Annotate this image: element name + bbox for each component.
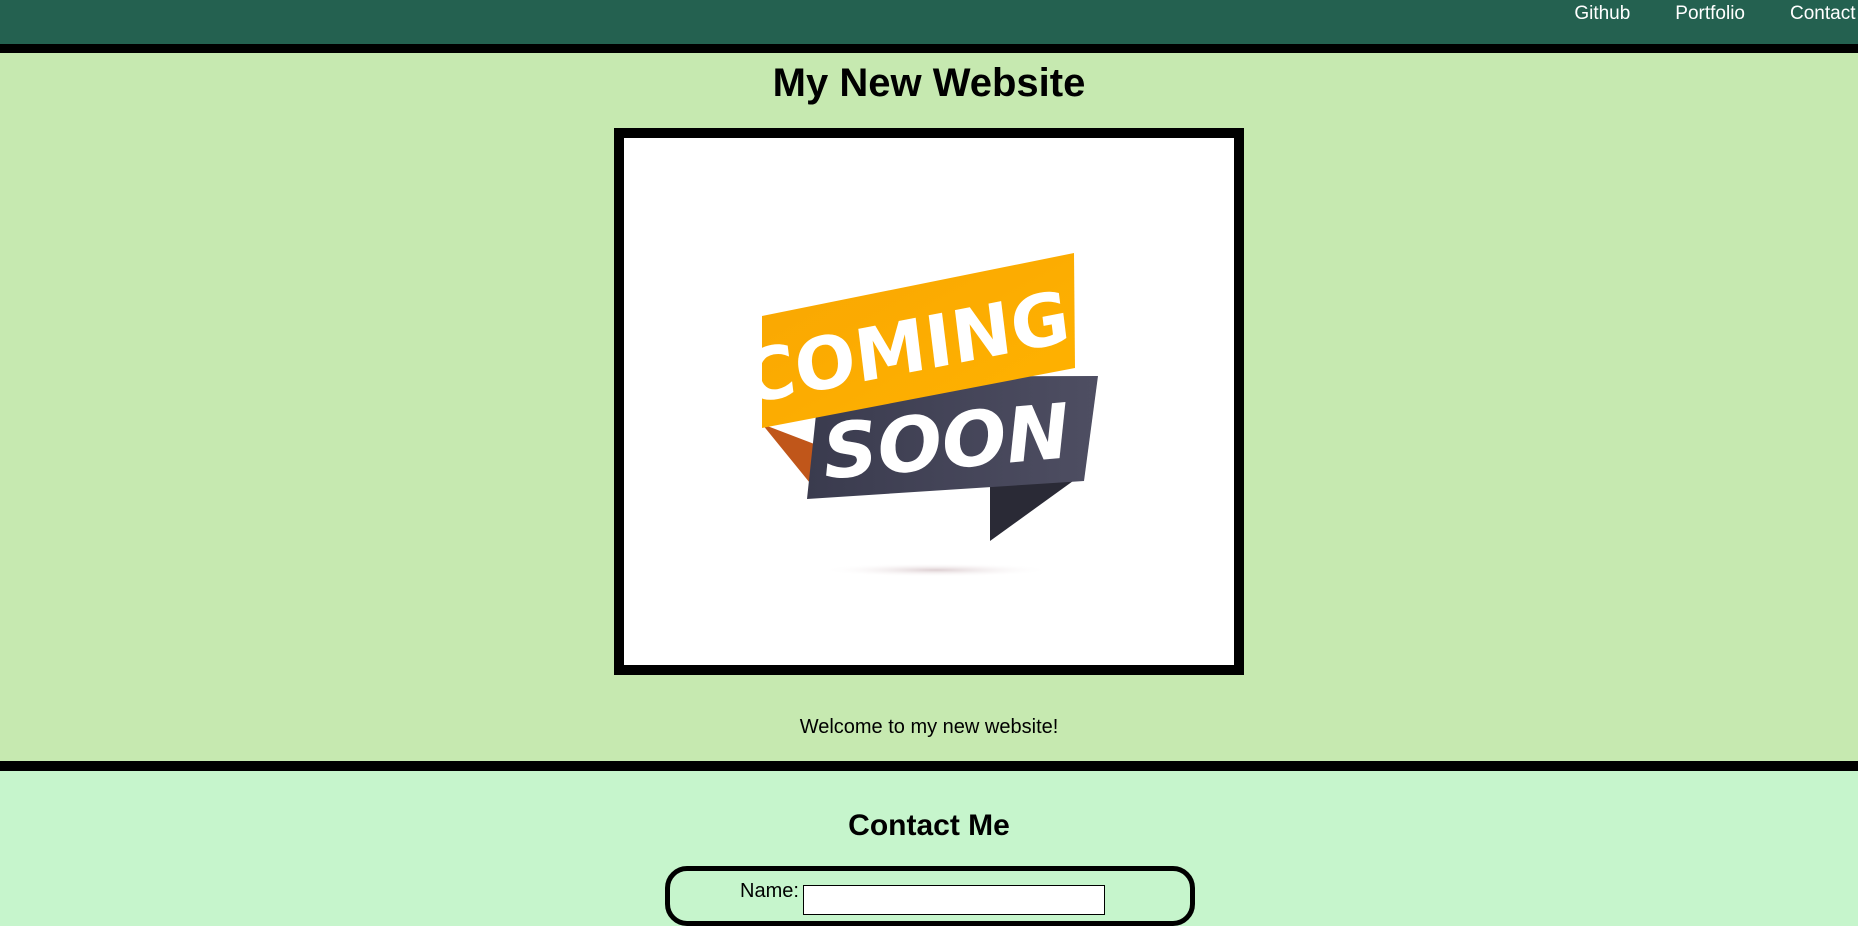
name-label: Name:: [740, 880, 799, 902]
banner-shadow: [821, 563, 1051, 577]
name-input[interactable]: [803, 885, 1105, 915]
nav-link-contact[interactable]: Contact: [1790, 0, 1858, 25]
nav-link-github[interactable]: Github: [1574, 0, 1630, 25]
section-divider: [0, 761, 1858, 771]
hero-section: My New Website COMING SOON Welcome to my…: [0, 53, 1858, 761]
coming-soon-image-frame: COMING SOON: [614, 128, 1244, 675]
top-nav: Github Portfolio Contact: [0, 0, 1858, 44]
contact-title: Contact Me: [848, 809, 1010, 842]
nav-divider: [0, 44, 1858, 53]
coming-soon-graphic: COMING SOON: [738, 253, 1098, 577]
coming-soon-image: COMING SOON: [624, 138, 1234, 665]
welcome-text: Welcome to my new website!: [799, 716, 1059, 738]
contact-section: Contact Me Name:: [0, 771, 1858, 926]
nav-link-portfolio[interactable]: Portfolio: [1675, 0, 1745, 25]
nav-links: Github Portfolio Contact: [1529, 0, 1858, 44]
page-title: My New Website: [772, 61, 1086, 105]
